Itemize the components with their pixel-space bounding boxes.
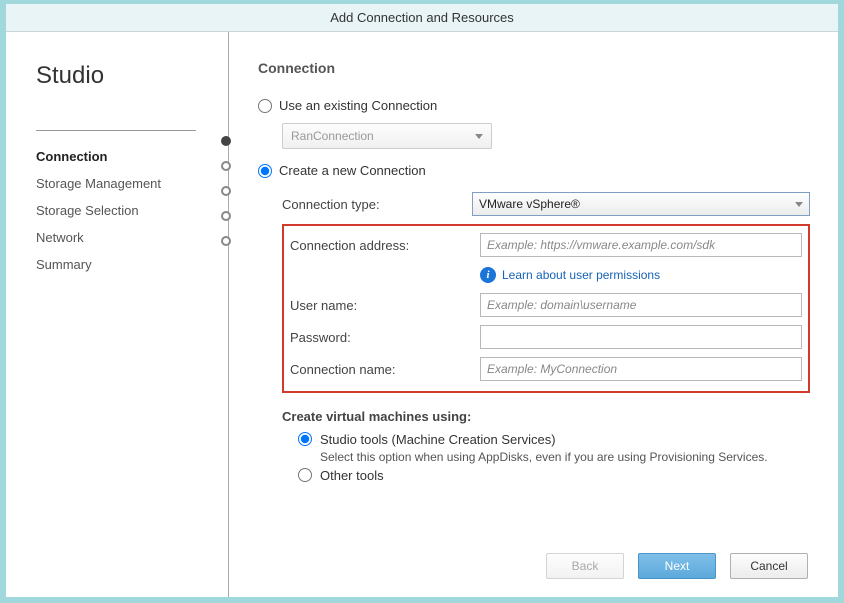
nav-item-storage-management[interactable]: Storage Management — [36, 170, 198, 197]
existing-connection-value: RanConnection — [291, 129, 374, 143]
vm-other-label: Other tools — [320, 468, 384, 483]
wizard-bullet-1 — [221, 136, 231, 146]
wizard-bullet-2 — [221, 161, 231, 171]
row-connection-address: Connection address: — [290, 229, 802, 261]
next-button[interactable]: Next — [638, 553, 716, 579]
back-button: Back — [546, 553, 624, 579]
connection-name-input[interactable] — [480, 357, 802, 381]
password-label: Password: — [290, 330, 480, 345]
row-connection-name: Connection name: — [290, 353, 802, 385]
row-password: Password: — [290, 321, 802, 353]
vm-studio-label: Studio tools (Machine Creation Services) — [320, 432, 768, 447]
create-new-row[interactable]: Create a new Connection — [258, 163, 810, 178]
sidebar-divider — [36, 130, 196, 131]
nav-item-summary[interactable]: Summary — [36, 251, 198, 278]
use-existing-label: Use an existing Connection — [279, 98, 437, 113]
vm-option-other[interactable]: Other tools — [298, 468, 810, 483]
nav-item-network[interactable]: Network — [36, 224, 198, 251]
title-bar: Add Connection and Resources — [6, 4, 838, 32]
password-input[interactable] — [480, 325, 802, 349]
connection-address-label: Connection address: — [290, 238, 480, 253]
connection-type-label: Connection type: — [282, 197, 472, 212]
main-panel: Connection Use an existing Connection Ra… — [240, 32, 838, 597]
window-body: Studio Connection Storage Management Sto… — [6, 32, 838, 597]
create-new-label: Create a new Connection — [279, 163, 426, 178]
wizard-bullet-3 — [221, 186, 231, 196]
connection-form: Connection type: VMware vSphere® Connect… — [282, 188, 810, 483]
wizard-bullet-4 — [221, 211, 231, 221]
use-existing-row[interactable]: Use an existing Connection — [258, 98, 810, 113]
footer-buttons: Back Next Cancel — [546, 553, 808, 579]
highlighted-fields-box: Connection address: i Learn about user p… — [282, 224, 810, 393]
connection-name-label: Connection name: — [290, 362, 480, 377]
permissions-link-text: Learn about user permissions — [502, 268, 660, 282]
nav-item-connection[interactable]: Connection — [36, 143, 198, 170]
section-title: Connection — [258, 60, 810, 76]
use-existing-radio[interactable] — [258, 99, 272, 113]
row-username: User name: — [290, 289, 802, 321]
sidebar: Studio Connection Storage Management Sto… — [6, 32, 216, 597]
vm-other-radio[interactable] — [298, 468, 312, 482]
username-label: User name: — [290, 298, 480, 313]
connection-type-select[interactable]: VMware vSphere® — [472, 192, 810, 216]
window-title: Add Connection and Resources — [330, 10, 514, 25]
nav-item-storage-selection[interactable]: Storage Selection — [36, 197, 198, 224]
nav-list: Connection Storage Management Storage Se… — [36, 143, 198, 278]
vm-option-studio[interactable]: Studio tools (Machine Creation Services)… — [298, 432, 810, 464]
chevron-down-icon — [475, 134, 483, 139]
vm-section-title: Create virtual machines using: — [282, 409, 810, 424]
permissions-link[interactable]: i Learn about user permissions — [480, 267, 802, 283]
info-icon: i — [480, 267, 496, 283]
existing-connection-select: RanConnection — [282, 123, 492, 149]
create-new-radio[interactable] — [258, 164, 272, 178]
sidebar-heading: Studio — [36, 62, 198, 90]
row-connection-type: Connection type: VMware vSphere® — [282, 188, 810, 220]
cancel-button[interactable]: Cancel — [730, 553, 808, 579]
vm-studio-radio[interactable] — [298, 432, 312, 446]
wizard-bullet-5 — [221, 236, 231, 246]
wizard-progress-line — [216, 32, 240, 597]
username-input[interactable] — [480, 293, 802, 317]
chevron-down-icon — [795, 202, 803, 207]
vm-studio-hint: Select this option when using AppDisks, … — [320, 450, 768, 464]
window-frame: Add Connection and Resources Studio Conn… — [0, 0, 844, 603]
connection-type-value: VMware vSphere® — [479, 197, 580, 211]
connection-address-input[interactable] — [480, 233, 802, 257]
